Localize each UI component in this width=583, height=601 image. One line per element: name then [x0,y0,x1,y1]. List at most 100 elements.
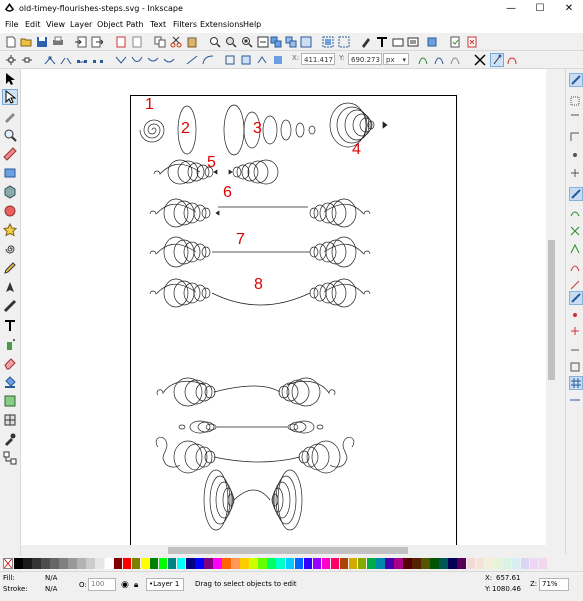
horizontal-scroll-thumb[interactable] [168,547,408,554]
document-properties-icon[interactable] [449,36,461,48]
color-swatch[interactable] [475,558,485,569]
color-swatch[interactable] [231,558,240,569]
break-path-icon[interactable] [60,54,72,66]
color-swatch[interactable] [357,558,367,569]
join-segment-icon[interactable] [76,54,88,66]
y-coordinate-field[interactable]: 690.273 [348,53,382,65]
color-swatch[interactable] [213,558,222,569]
color-swatch[interactable] [149,558,159,569]
color-swatch[interactable] [330,558,340,569]
node-smooth-icon[interactable] [131,54,143,66]
align-distribute-icon[interactable] [426,36,438,48]
snap-rotation-center-icon[interactable] [569,325,581,337]
color-swatch[interactable] [167,558,177,569]
color-swatch[interactable] [68,558,77,569]
xml-editor-icon[interactable] [392,36,404,48]
calligraphy-tool-icon[interactable] [3,299,17,313]
segment-line-icon[interactable] [186,54,198,66]
color-swatch[interactable] [222,558,231,569]
open-folder-icon[interactable] [20,36,32,48]
zoom-page-icon[interactable] [241,36,253,48]
color-swatch[interactable] [303,558,313,569]
color-swatch[interactable] [267,558,276,569]
menu-filters[interactable]: Filters [173,20,197,29]
node-symmetric-icon[interactable] [147,54,159,66]
snap-path-icon[interactable] [569,207,581,219]
color-swatch[interactable] [484,558,494,569]
star-tool-icon[interactable] [2,222,18,237]
snap-page-border-icon[interactable] [569,361,581,373]
color-swatch[interactable] [421,558,430,569]
spiral-tool-icon[interactable] [3,242,17,256]
minimize-button[interactable]: — [497,0,525,18]
color-swatch[interactable] [131,558,141,569]
color-swatch[interactable] [113,558,123,569]
transform-handles-icon[interactable] [474,54,486,66]
color-swatch[interactable] [258,558,267,569]
close-button[interactable]: ✕ [555,0,583,18]
no-paint-swatch[interactable] [3,558,13,569]
color-swatch[interactable] [294,558,304,569]
selector-tool-icon[interactable] [3,72,17,86]
snap-path-intersection-icon[interactable] [569,225,581,237]
x-coordinate-field[interactable]: 411.417 [301,53,335,65]
menu-extensions[interactable]: Extensions [200,20,243,29]
snap-smooth-nodes-icon[interactable] [569,261,581,273]
zoom-field[interactable]: 71% [539,578,569,591]
eraser-tool-icon[interactable] [3,356,17,370]
menu-help[interactable]: Help [243,20,261,29]
color-swatch[interactable] [502,558,512,569]
color-swatch[interactable] [195,558,204,569]
snap-grid-icon[interactable] [569,376,583,390]
preferences-icon[interactable] [466,36,478,48]
copy-icon[interactable] [154,36,166,48]
color-swatch[interactable] [122,558,132,569]
snap-bbox-edge-icon[interactable] [569,113,581,125]
color-swatch[interactable] [312,558,322,569]
cut-icon[interactable] [170,36,182,48]
tweak-tool-icon[interactable] [3,109,17,123]
color-swatch[interactable] [204,558,213,569]
save-icon[interactable] [36,36,48,48]
menu-path[interactable]: Path [126,20,144,29]
zoom-width-icon[interactable] [257,36,269,48]
object-to-path-icon[interactable] [224,54,236,66]
color-swatch[interactable] [41,558,50,569]
snap-text-baseline-icon[interactable] [569,341,581,353]
pen-tool-icon[interactable] [3,280,17,294]
connector-tool-icon[interactable] [3,451,17,465]
text-tool-icon[interactable] [3,318,17,332]
menu-object[interactable]: Object [97,20,123,29]
snap-nodes-icon[interactable] [569,187,583,201]
color-swatch[interactable] [348,558,358,569]
export-icon[interactable] [91,36,103,48]
undo-icon[interactable] [115,36,127,48]
show-outline-icon[interactable] [449,54,461,66]
zoom-drawing-icon[interactable] [225,36,237,48]
color-swatch[interactable] [276,558,286,569]
snap-toggle-icon[interactable] [569,73,583,87]
color-swatch[interactable] [86,558,95,569]
ungroup-icon[interactable] [338,36,350,48]
color-swatch[interactable] [50,558,59,569]
show-transform-handles-icon[interactable] [417,54,429,66]
color-swatch[interactable] [249,558,258,569]
color-swatch[interactable] [158,558,168,569]
segment-curve-icon[interactable] [202,54,214,66]
units-select[interactable]: px ▾ [383,53,409,65]
color-swatch[interactable] [538,558,548,569]
insert-node-icon[interactable] [5,54,17,66]
color-swatch[interactable] [448,558,457,569]
menu-view[interactable]: View [46,20,65,29]
snap-bbox-corner-icon[interactable] [569,131,581,143]
layer-select[interactable]: •Layer 1 [146,578,184,591]
new-document-icon[interactable] [5,36,17,48]
menu-edit[interactable]: Edit [25,20,41,29]
color-swatch[interactable] [77,558,86,569]
color-swatch[interactable] [185,558,195,569]
redo-icon[interactable] [131,36,143,48]
zoom-tool-icon[interactable] [3,128,17,142]
color-swatch[interactable] [430,558,439,569]
color-swatch[interactable] [520,558,530,569]
dropper-tool-icon[interactable] [3,432,17,446]
